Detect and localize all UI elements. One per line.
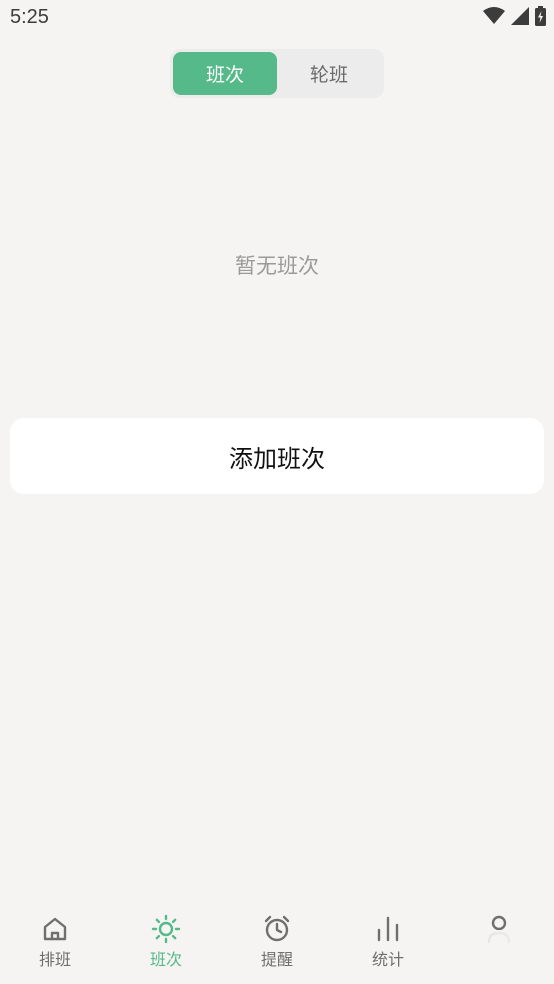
tab-profile[interactable] bbox=[444, 904, 554, 984]
tab-shifts-label: 班次 bbox=[149, 950, 182, 969]
bar-chart-icon bbox=[373, 914, 403, 944]
add-shift-button-label: 添加班次 bbox=[229, 444, 325, 473]
status-bar: 5:25 bbox=[0, 0, 554, 38]
empty-state-message: 暂无班次 bbox=[235, 254, 319, 278]
segment-shifts-label: 班次 bbox=[205, 64, 244, 86]
status-time: 5:25 bbox=[10, 6, 49, 28]
cellular-signal-icon bbox=[511, 7, 529, 29]
home-icon bbox=[40, 914, 70, 944]
tab-schedule-label: 排班 bbox=[38, 950, 71, 969]
segment-shifts[interactable]: 班次 bbox=[173, 52, 277, 95]
add-shift-button[interactable]: 添加班次 bbox=[10, 418, 544, 494]
alarm-clock-icon bbox=[262, 914, 292, 944]
profile-icon bbox=[484, 914, 514, 944]
segment-rotations[interactable]: 轮班 bbox=[277, 52, 381, 95]
status-icons bbox=[483, 6, 546, 30]
tab-shifts[interactable]: 班次 bbox=[111, 904, 221, 984]
wifi-icon bbox=[483, 7, 505, 29]
segment-rotations-label: 轮班 bbox=[309, 64, 348, 86]
sun-icon bbox=[151, 914, 181, 944]
battery-charging-icon bbox=[535, 6, 546, 30]
tab-schedule[interactable]: 排班 bbox=[0, 904, 110, 984]
tab-reminders[interactable]: 提醒 bbox=[222, 904, 332, 984]
tab-statistics[interactable]: 统计 bbox=[333, 904, 443, 984]
bottom-tab-bar: 排班 班次 提醒 统计 bbox=[0, 904, 554, 984]
shift-type-segmented-control: 班次 轮班 bbox=[170, 49, 384, 98]
tab-reminders-label: 提醒 bbox=[260, 950, 293, 969]
tab-statistics-label: 统计 bbox=[371, 950, 404, 969]
